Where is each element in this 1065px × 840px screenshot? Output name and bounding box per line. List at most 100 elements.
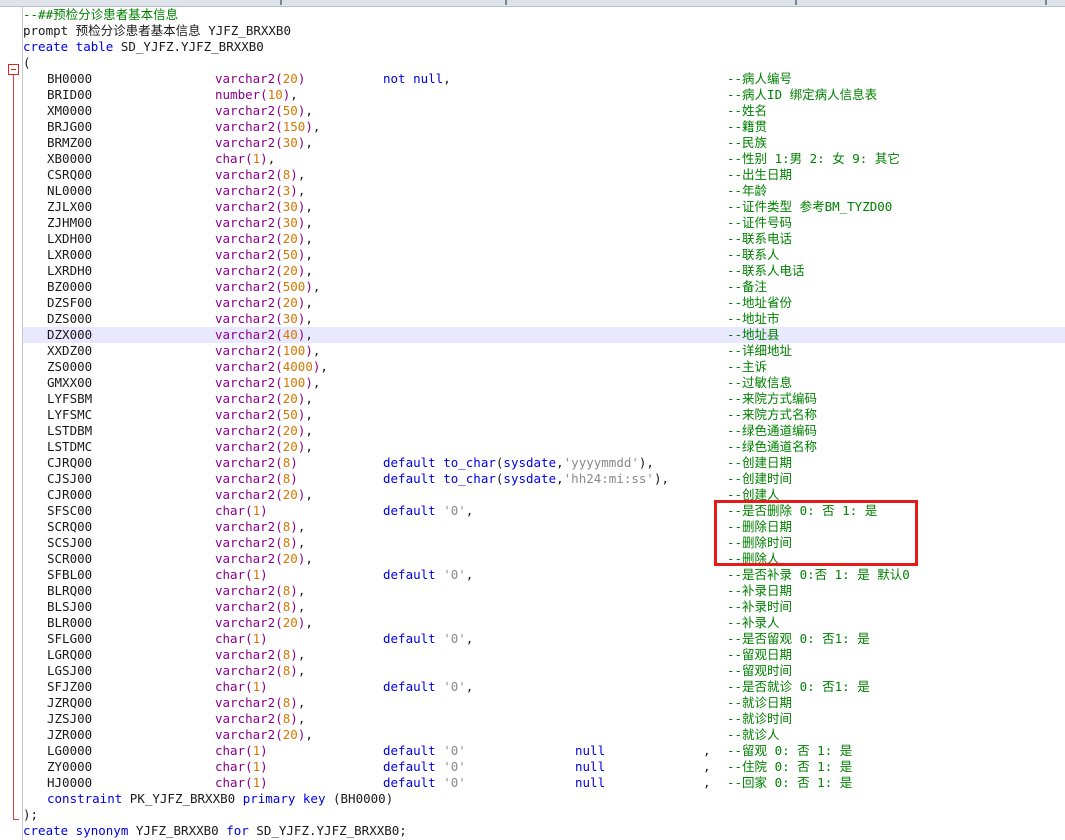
- column-definition-line[interactable]: BRJG00 varchar2(150), --籍贯: [23, 119, 1065, 135]
- tab-separator: [280, 0, 282, 5]
- editor-tab-strip[interactable]: [0, 0, 1065, 7]
- column-definition-line[interactable]: BLRQ00 varchar2(8), --补录日期: [23, 583, 1065, 599]
- column-comment: --就诊时间: [727, 711, 793, 726]
- column-definition-line[interactable]: CJRQ00 varchar2(8) default to_char(sysdate…: [23, 455, 1065, 471]
- column-definition-line[interactable]: XB0000 char(1), --性别 1:男 2: 女 9: 其它: [23, 151, 1065, 167]
- column-definition-line[interactable]: LG0000 char(1) default '0' null, --留观 0: 否 1…: [23, 743, 1065, 759]
- column-comment: --绿色通道编码: [727, 423, 818, 438]
- column-type: varchar2(20),: [215, 615, 313, 631]
- type-keyword: varchar2: [215, 231, 276, 246]
- column-definition-line[interactable]: SCRQ00 varchar2(8), --删除日期: [23, 519, 1065, 535]
- column-definition-line[interactable]: NL0000 varchar2(3), --年龄: [23, 183, 1065, 199]
- type-keyword: varchar2: [215, 343, 276, 358]
- type-paren: (: [275, 215, 283, 230]
- column-name: DZS000: [47, 311, 93, 326]
- type-size: 100: [282, 375, 306, 390]
- code-token: default to_char: [383, 471, 496, 486]
- column-definition-line[interactable]: CJR000 varchar2(20), --创建人: [23, 487, 1065, 503]
- code-statement: );: [23, 807, 38, 823]
- comma: ,: [320, 359, 328, 374]
- comma: ,: [305, 615, 313, 630]
- column-definition-line[interactable]: BZ0000 varchar2(500), --备注: [23, 279, 1065, 295]
- column-definition-line[interactable]: ZY0000 char(1) default '0' null, --住院 0: 否 1…: [23, 759, 1065, 775]
- comma: ,: [312, 375, 321, 390]
- code-line[interactable]: create synonym YJFZ_BRXXB0 for SD_YJFZ.Y…: [23, 823, 1065, 839]
- column-definition-line[interactable]: DZS000 varchar2(30), --地址市: [23, 311, 1065, 327]
- comma: ,: [305, 231, 313, 246]
- code-line[interactable]: );: [23, 807, 1065, 823]
- column-type: varchar2(3),: [215, 183, 305, 199]
- column-definition-line[interactable]: CJSJ00 varchar2(8) default to_char(sysdate…: [23, 471, 1065, 487]
- column-comment: --留观日期: [727, 647, 793, 662]
- column-definition-line[interactable]: LXDH00 varchar2(20), --联系电话: [23, 231, 1065, 247]
- code-line[interactable]: constraint PK_YJFZ_BRXXB0 primary key (B…: [23, 791, 1065, 807]
- column-definition-line[interactable]: DZSF00 varchar2(20), --地址省份: [23, 295, 1065, 311]
- column-definition-line[interactable]: SFJZ00 char(1) default '0', --是否就诊 0: 否1: 是: [23, 679, 1065, 695]
- column-definition-line[interactable]: LGSJ00 varchar2(8), --留观时间: [23, 663, 1065, 679]
- column-definition-line[interactable]: SFBL00 char(1) default '0', --是否补录 0:否 1: 是…: [23, 567, 1065, 583]
- code-line[interactable]: create table SD_YJFZ.YJFZ_BRXXB0: [23, 39, 1065, 55]
- column-definition-line[interactable]: JZRQ00 varchar2(8), --就诊日期: [23, 695, 1065, 711]
- fold-collapse-icon[interactable]: [8, 64, 19, 75]
- type-paren: ): [260, 743, 268, 758]
- column-definition-line[interactable]: LYFSMC varchar2(50), --来院方式名称: [23, 407, 1065, 423]
- column-definition-line[interactable]: LXR000 varchar2(50), --联系人: [23, 247, 1065, 263]
- column-definition-line[interactable]: XXDZ00 varchar2(100), --详细地址: [23, 343, 1065, 359]
- column-definition-line[interactable]: BLR000 varchar2(20), --补录人: [23, 615, 1065, 631]
- column-type: varchar2(8),: [215, 663, 305, 679]
- code-token: default: [383, 743, 436, 758]
- column-definition-line[interactable]: CSRQ00 varchar2(8), --出生日期: [23, 167, 1065, 183]
- column-definition-line[interactable]: ZS0000 varchar2(4000), --主诉: [23, 359, 1065, 375]
- column-type: varchar2(20),: [215, 487, 313, 503]
- type-paren: (: [275, 311, 283, 326]
- column-definition-line[interactable]: JZSJ00 varchar2(8), --就诊时间: [23, 711, 1065, 727]
- column-definition-line[interactable]: JZR000 varchar2(20), --就诊人: [23, 727, 1065, 743]
- code-line[interactable]: (: [23, 55, 1065, 71]
- code-token: PK_YJFZ_BRXXB0: [122, 791, 243, 806]
- type-size: 50: [282, 247, 298, 262]
- type-size: 20: [282, 423, 298, 438]
- column-name: JZRQ00: [47, 695, 93, 710]
- column-definition-line[interactable]: LYFSBM varchar2(20), --来院方式编码: [23, 391, 1065, 407]
- column-definition-line[interactable]: BH0000 varchar2(20) not null, --病人编号: [23, 71, 1065, 87]
- type-paren: ): [260, 503, 268, 518]
- column-definition-line[interactable]: BRMZ00 varchar2(30), --民族: [23, 135, 1065, 151]
- column-default: not null,: [383, 71, 451, 87]
- type-paren: ): [305, 119, 313, 134]
- column-definition-line[interactable]: HJ0000 char(1) default '0' null, --回家 0: 否 1…: [23, 775, 1065, 791]
- column-comment: --证件类型 参考BM_TYZD00: [727, 199, 893, 214]
- column-comment: --留观时间: [727, 663, 793, 678]
- column-type: number(10),: [215, 87, 298, 103]
- column-definition-line[interactable]: XM0000 varchar2(50), --姓名: [23, 103, 1065, 119]
- code-token: '0': [443, 759, 466, 774]
- column-definition-line[interactable]: SCSJ00 varchar2(8), --删除时间: [23, 535, 1065, 551]
- comma: ,: [297, 695, 306, 710]
- column-definition-line[interactable]: ZJLX00 varchar2(30), --证件类型 参考BM_TYZD00: [23, 199, 1065, 215]
- type-size: 30: [282, 215, 298, 230]
- column-definition-line[interactable]: BLSJ00 varchar2(8), --补录时间: [23, 599, 1065, 615]
- type-paren: (: [275, 391, 283, 406]
- comma: ,: [297, 519, 306, 534]
- comma: ,: [305, 407, 313, 422]
- column-name: LGRQ00: [47, 647, 93, 662]
- code-line[interactable]: --##预检分诊患者基本信息: [23, 7, 1065, 23]
- type-size: 20: [282, 615, 298, 630]
- column-definition-line[interactable]: DZX000 varchar2(40), --地址县: [23, 327, 1065, 343]
- column-definition-line[interactable]: SCR000 varchar2(20), --删除人: [23, 551, 1065, 567]
- code-line[interactable]: prompt 预检分诊患者基本信息 YJFZ_BRXXB0: [23, 23, 1065, 39]
- column-definition-line[interactable]: SFSC00 char(1) default '0', --是否删除 0: 否 1: …: [23, 503, 1065, 519]
- column-definition-line[interactable]: LSTDBM varchar2(20), --绿色通道编码: [23, 423, 1065, 439]
- column-definition-line[interactable]: SFLG00 char(1) default '0', --是否留观 0: 否1: 是: [23, 631, 1065, 647]
- column-definition-line[interactable]: ZJHM00 varchar2(30), --证件号码: [23, 215, 1065, 231]
- column-definition-line[interactable]: LGRQ00 varchar2(8), --留观日期: [23, 647, 1065, 663]
- column-definition-line[interactable]: GMXX00 varchar2(100), --过敏信息: [23, 375, 1065, 391]
- comma: ,: [297, 711, 306, 726]
- type-paren: ): [290, 183, 298, 198]
- column-definition-line[interactable]: LXRDH0 varchar2(20), --联系人电话: [23, 263, 1065, 279]
- column-type: varchar2(40),: [215, 327, 313, 343]
- column-definition-line[interactable]: LSTDMC varchar2(20), --绿色通道名称: [23, 439, 1065, 455]
- code-editor[interactable]: --##预检分诊患者基本信息 prompt 预检分诊患者基本信息 YJFZ_BRX…: [23, 7, 1065, 840]
- type-paren: (: [275, 455, 283, 470]
- code-token: create synonym: [23, 823, 129, 838]
- column-definition-line[interactable]: BRID00 number(10), --病人ID 绑定病人信息表: [23, 87, 1065, 103]
